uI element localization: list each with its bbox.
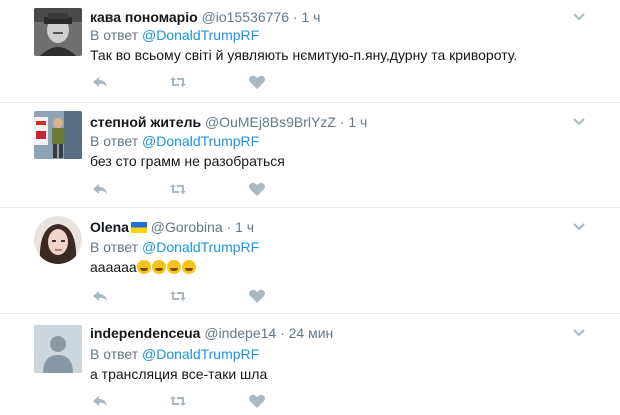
tweet-item[interactable]: independenceua @indepe14 · 24 мин В отве… bbox=[0, 314, 620, 415]
tweet-text: Так во всьому світі й уявляють нємитую-п… bbox=[90, 47, 518, 63]
reply-icon[interactable] bbox=[91, 288, 109, 304]
reply-prefix: В ответ bbox=[90, 27, 139, 43]
tweet-header: степной житель @OuMEj8Bs9BrlYzZ · 1 ч bbox=[90, 113, 367, 131]
user-handle[interactable]: @indepe14 bbox=[204, 325, 276, 341]
avatar[interactable] bbox=[34, 216, 82, 264]
reply-mention-link[interactable]: @DonaldTrumpRF bbox=[142, 239, 259, 255]
reply-context: В ответ @DonaldTrumpRF bbox=[90, 345, 259, 363]
user-name[interactable]: Olena bbox=[90, 219, 129, 235]
reply-icon[interactable] bbox=[91, 181, 109, 197]
avatar[interactable] bbox=[34, 325, 82, 373]
reply-prefix: В ответ bbox=[90, 346, 139, 362]
reply-prefix: В ответ bbox=[90, 133, 139, 149]
user-name[interactable]: кава пономаріо bbox=[90, 9, 198, 25]
reply-context: В ответ @DonaldTrumpRF bbox=[90, 26, 259, 44]
emoji-crying-laughing-icon bbox=[136, 260, 151, 274]
emoji-rofl-icon bbox=[181, 260, 196, 274]
tweet-header: independenceua @indepe14 · 24 мин bbox=[90, 324, 333, 342]
tweet-text: а трансляция все-таки шла bbox=[90, 366, 268, 382]
tweet-item[interactable]: Olena @Gorobina · 1 ч В ответ @DonaldTru… bbox=[0, 208, 620, 312]
tweet-timestamp[interactable]: 24 мин bbox=[289, 325, 334, 341]
avatar[interactable] bbox=[34, 111, 82, 159]
reply-context: В ответ @DonaldTrumpRF bbox=[90, 238, 259, 256]
retweet-icon[interactable] bbox=[169, 74, 187, 90]
reply-mention-link[interactable]: @DonaldTrumpRF bbox=[142, 133, 259, 149]
reply-context: В ответ @DonaldTrumpRF bbox=[90, 132, 259, 150]
user-handle[interactable]: @Gorobina bbox=[151, 219, 223, 235]
reply-icon[interactable] bbox=[91, 393, 109, 409]
heart-icon[interactable] bbox=[248, 393, 266, 409]
separator-dot: · bbox=[226, 219, 232, 235]
chevron-down-icon[interactable] bbox=[572, 117, 586, 127]
heart-icon[interactable] bbox=[248, 74, 266, 90]
reply-icon[interactable] bbox=[91, 74, 109, 90]
retweet-icon[interactable] bbox=[169, 181, 187, 197]
chevron-down-icon[interactable] bbox=[572, 328, 586, 338]
tweet-timestamp[interactable]: 1 ч bbox=[235, 219, 254, 235]
separator-dot: · bbox=[292, 9, 298, 25]
tweet-text: аааааа bbox=[90, 258, 197, 276]
avatar[interactable] bbox=[34, 8, 82, 56]
retweet-icon[interactable] bbox=[169, 288, 187, 304]
user-name[interactable]: степной житель bbox=[90, 114, 201, 130]
reply-mention-link[interactable]: @DonaldTrumpRF bbox=[142, 27, 259, 43]
tweet-item[interactable]: степной житель @OuMEj8Bs9BrlYzZ · 1 ч В … bbox=[0, 103, 620, 207]
tweet-timestamp[interactable]: 1 ч bbox=[348, 114, 367, 130]
tweet-header: Olena @Gorobina · 1 ч bbox=[90, 218, 254, 236]
chevron-down-icon[interactable] bbox=[572, 222, 586, 232]
tweet-timestamp[interactable]: 1 ч bbox=[301, 9, 320, 25]
heart-icon[interactable] bbox=[248, 288, 266, 304]
separator-dot: · bbox=[280, 325, 285, 341]
emoji-rofl-icon bbox=[166, 260, 181, 274]
tweet-item[interactable]: кава пономаріо @io15536776 · 1 ч В ответ… bbox=[0, 0, 620, 102]
user-handle[interactable]: @OuMEj8Bs9BrlYzZ bbox=[205, 114, 336, 130]
reply-prefix: В ответ bbox=[90, 239, 139, 255]
heart-icon[interactable] bbox=[248, 181, 266, 197]
user-name[interactable]: independenceua bbox=[90, 325, 200, 341]
retweet-icon[interactable] bbox=[169, 393, 187, 409]
ukraine-flag-icon bbox=[130, 222, 147, 233]
tweet-text-content: аааааа bbox=[90, 259, 137, 275]
separator-dot: · bbox=[339, 114, 345, 130]
tweet-text: без сто грамм не разобраться bbox=[90, 153, 285, 169]
emoji-rofl-icon bbox=[151, 260, 166, 274]
reply-mention-link[interactable]: @DonaldTrumpRF bbox=[142, 346, 259, 362]
user-handle[interactable]: @io15536776 bbox=[202, 9, 289, 25]
chevron-down-icon[interactable] bbox=[572, 12, 586, 22]
tweet-header: кава пономаріо @io15536776 · 1 ч bbox=[90, 8, 320, 26]
